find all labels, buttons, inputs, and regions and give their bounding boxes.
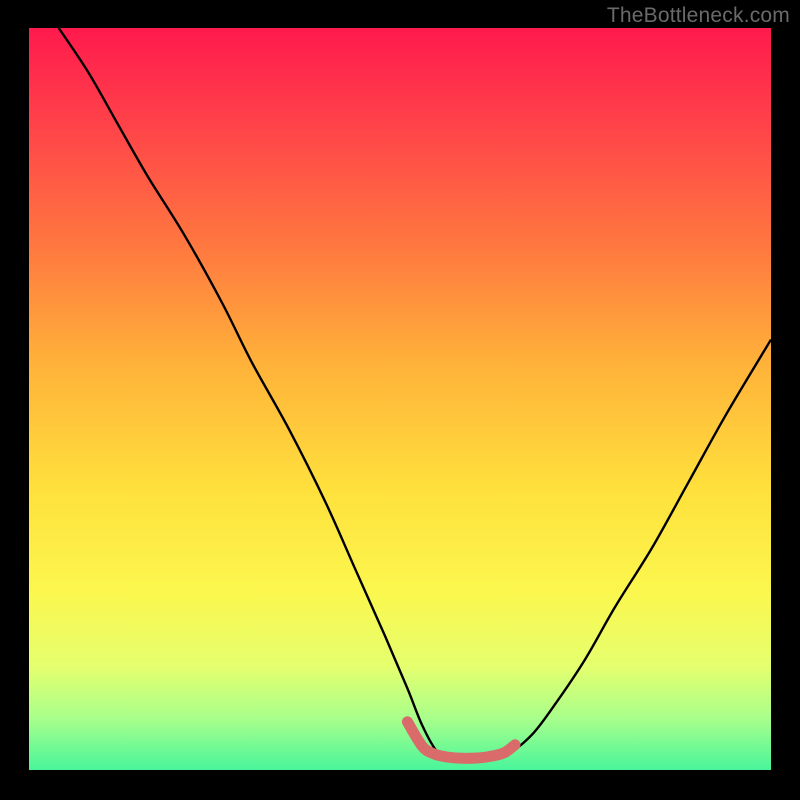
- chart-plot-area: [29, 28, 771, 770]
- chart-svg: [29, 28, 771, 770]
- watermark-text: TheBottleneck.com: [607, 4, 790, 28]
- chart-frame: TheBottleneck.com: [0, 0, 800, 800]
- bottleneck-curve: [59, 28, 771, 760]
